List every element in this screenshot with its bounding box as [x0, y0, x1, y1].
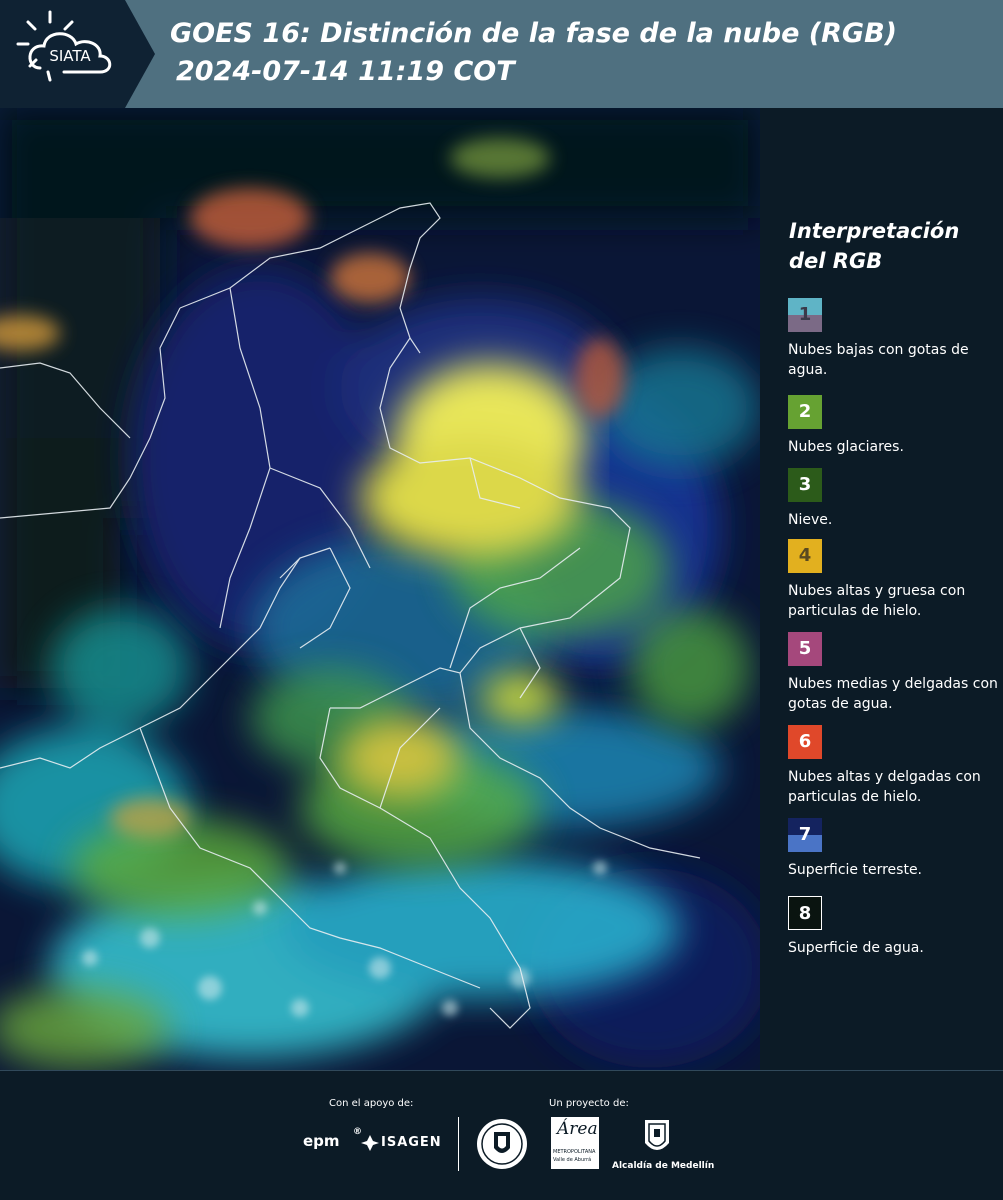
legend-item-5: 5 Nubes medias y delgadas con gotas de a… — [788, 632, 1000, 714]
legend-panel: Interpretación del RGB 1 Nubes bajas con… — [760, 108, 1003, 1070]
legend-label-7: Superficie terreste. — [788, 862, 923, 878]
legend-swatch-7: 7 — [788, 818, 822, 852]
legend-swatch-5: 5 — [788, 632, 822, 666]
footer-bar: Con el apoyo de: Un proyecto de: epm ® I… — [0, 1070, 1003, 1200]
legend-item-1: 1 Nubes bajas con gotas de agua. — [788, 298, 1000, 380]
legend-label-1: Nubes bajas con gotas de agua. — [788, 342, 969, 378]
page-title: GOES 16: Distinción de la fase de la nub… — [170, 18, 897, 49]
legend-title-line2: del RGB — [789, 249, 883, 273]
isagen-logo: ISAGEN — [381, 1135, 442, 1150]
footer-divider — [458, 1117, 459, 1171]
legend-swatch-1: 1 — [788, 298, 822, 332]
legend-label-5: Nubes medias y delgadas con gotas de agu… — [788, 676, 998, 712]
legend-label-3: Nieve. — [788, 512, 833, 528]
legend-title: Interpretación del RGB — [789, 216, 989, 276]
legend-item-2: 2 Nubes glaciares. — [788, 395, 1000, 457]
legend-item-6: 6 Nubes altas y delgadas con particulas … — [788, 725, 1000, 807]
legend-swatch-4: 4 — [788, 539, 822, 573]
legend-item-7: 7 Superficie terreste. — [788, 818, 1000, 880]
siata-logo-text: SIATA — [49, 47, 91, 65]
legend-item-8: 8 Superficie de agua. — [788, 896, 1000, 958]
legend-title-line1: Interpretación — [789, 219, 960, 243]
legend-label-2: Nubes glaciares. — [788, 439, 904, 455]
project-label: Un proyecto de: — [549, 1098, 629, 1109]
legend-swatch-6: 6 — [788, 725, 822, 759]
alcaldia-shield-icon — [645, 1120, 669, 1150]
legend-item-3: 3 Nieve. — [788, 468, 1000, 530]
page-timestamp: 2024-07-14 11:19 COT — [176, 56, 515, 87]
legend-label-4: Nubes altas y gruesa con particulas de h… — [788, 583, 966, 619]
area-logo-line3: Valle de Aburrá — [553, 1157, 592, 1163]
legend-label-8: Superficie de agua. — [788, 940, 924, 956]
header-bar: SIATA GOES 16: Distinción de la fase de … — [0, 0, 1003, 108]
isagen-logo-icon — [361, 1135, 379, 1151]
epm-logo: epm — [303, 1132, 340, 1150]
area-logo-word: Área — [557, 1119, 598, 1139]
satellite-map-svg — [0, 108, 760, 1070]
area-logo-line2: METROPOLITANA — [553, 1149, 596, 1155]
legend-label-6: Nubes altas y delgadas con particulas de… — [788, 769, 981, 805]
legend-swatch-8: 8 — [788, 896, 822, 930]
alcaldia-label: Alcaldía de Medellín — [612, 1161, 715, 1171]
siata-logo-block: SIATA — [0, 0, 155, 108]
legend-item-4: 4 Nubes altas y gruesa con particulas de… — [788, 539, 1000, 621]
legend-swatch-2: 2 — [788, 395, 822, 429]
support-label: Con el apoyo de: — [329, 1098, 414, 1109]
legend-swatch-3: 3 — [788, 468, 822, 502]
satellite-image — [0, 108, 760, 1070]
university-seal-icon — [477, 1119, 527, 1169]
